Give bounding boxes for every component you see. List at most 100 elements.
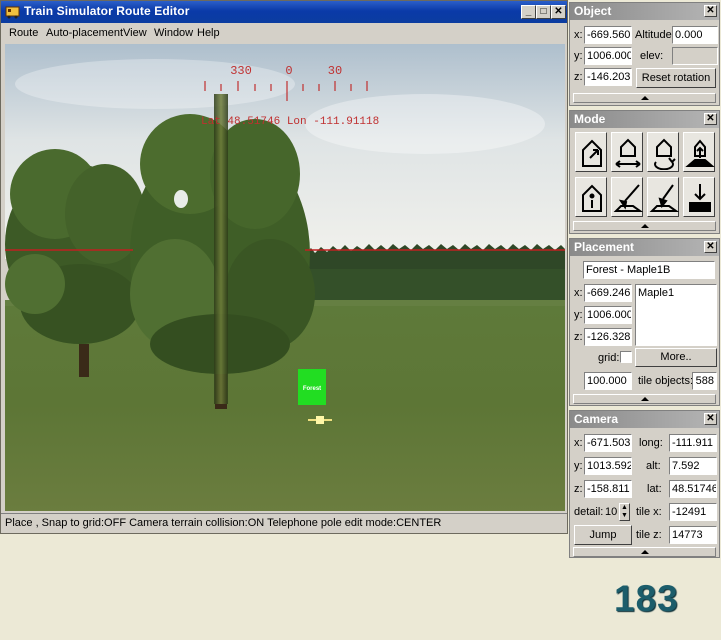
drop-object-icon bbox=[689, 184, 711, 212]
object-y-label: y: bbox=[574, 50, 583, 62]
tile-objects-label: tile objects: bbox=[638, 375, 694, 387]
menu-window[interactable]: Window bbox=[154, 27, 193, 39]
camera-z-label: z: bbox=[574, 483, 583, 495]
window-titlebar[interactable]: Train Simulator Route Editor _ □ ✕ bbox=[1, 1, 567, 23]
alt-field[interactable]: 7.592 bbox=[669, 457, 717, 475]
object-y-field[interactable]: 1006.000 bbox=[584, 47, 632, 65]
mode-panel: Mode ✕ bbox=[569, 110, 720, 234]
compass-label-30: 30 bbox=[328, 64, 342, 78]
camera-panel-title[interactable]: Camera ✕ bbox=[570, 411, 719, 428]
camera-panel-collapse[interactable] bbox=[573, 547, 716, 557]
elev-field[interactable] bbox=[672, 47, 718, 65]
raise-terrain-icon bbox=[685, 139, 715, 167]
slide-object-button[interactable] bbox=[611, 132, 643, 172]
rotate-object-button[interactable] bbox=[647, 132, 679, 172]
list-item[interactable]: Maple1 bbox=[638, 287, 714, 299]
object-x-label: x: bbox=[574, 29, 583, 41]
camera-x-label: x: bbox=[574, 437, 583, 449]
object-list[interactable]: Maple1 bbox=[635, 284, 717, 346]
object-z-field[interactable]: -146.203 bbox=[584, 68, 632, 86]
object-x-field[interactable]: -669.560 bbox=[584, 26, 632, 44]
camera-panel-close-button[interactable]: ✕ bbox=[704, 413, 717, 425]
long-label: long: bbox=[639, 437, 663, 449]
status-bar: Place , Snap to grid:OFF Camera terrain … bbox=[1, 513, 567, 533]
placement-y-label: y: bbox=[574, 309, 583, 321]
grid-label: grid: bbox=[598, 352, 620, 364]
tile-x-field[interactable]: -12491 bbox=[669, 503, 717, 521]
maximize-button[interactable]: □ bbox=[536, 5, 551, 19]
drop-object-button[interactable] bbox=[683, 177, 715, 217]
compass-label-0: 0 bbox=[285, 64, 292, 78]
alt-label: alt: bbox=[646, 460, 661, 472]
long-field[interactable]: -111.911 bbox=[669, 434, 717, 452]
object-panel: Object ✕ x: -669.560 y: 1006.000 z: -146… bbox=[569, 2, 720, 106]
menu-help[interactable]: Help bbox=[197, 27, 220, 39]
placement-x-label: x: bbox=[574, 287, 583, 299]
object-marker-label: Forest bbox=[303, 386, 321, 392]
reset-rotation-button[interactable]: Reset rotation bbox=[636, 68, 716, 88]
tile-z-field[interactable]: 14773 bbox=[669, 526, 717, 544]
terrain-paint-icon bbox=[649, 184, 679, 212]
app-icon bbox=[5, 6, 20, 19]
route-editor-window: Train Simulator Route Editor _ □ ✕ Route… bbox=[0, 0, 568, 534]
tile-objects-count: 588 bbox=[692, 372, 717, 390]
grid-checkbox[interactable] bbox=[620, 351, 632, 363]
placement-y-field[interactable]: 1006.000 bbox=[584, 306, 632, 324]
slide-object-icon bbox=[615, 138, 641, 168]
camera-z-field[interactable]: -158.811 bbox=[584, 480, 632, 498]
object-panel-collapse[interactable] bbox=[573, 93, 716, 103]
terrain-brush-button[interactable] bbox=[611, 177, 643, 217]
object-z-label: z: bbox=[574, 71, 583, 83]
lat-label: lat: bbox=[647, 483, 662, 495]
placement-panel-collapse[interactable] bbox=[573, 394, 716, 404]
close-button[interactable]: ✕ bbox=[551, 5, 566, 19]
more-button[interactable]: More.. bbox=[635, 348, 717, 367]
placement-panel: Placement ✕ Forest - Maple1B x: -669.246… bbox=[569, 238, 720, 406]
mode-panel-title[interactable]: Mode ✕ bbox=[570, 111, 719, 128]
altitude-label: Altitude bbox=[635, 29, 672, 41]
jump-button[interactable]: Jump bbox=[574, 525, 632, 545]
tile-z-label: tile z: bbox=[636, 529, 662, 541]
camera-y-field[interactable]: 1013.592 bbox=[584, 457, 632, 475]
move-object-button[interactable] bbox=[575, 132, 607, 172]
minimize-button[interactable]: _ bbox=[521, 5, 536, 19]
placement-panel-close-button[interactable]: ✕ bbox=[704, 241, 717, 253]
detail-value[interactable]: 10 bbox=[605, 506, 617, 518]
placement-panel-title[interactable]: Placement ✕ bbox=[570, 239, 719, 256]
camera-panel: Camera ✕ x: -671.503 y: 1013.592 z: -158… bbox=[569, 410, 720, 558]
object-panel-close-button[interactable]: ✕ bbox=[704, 5, 717, 17]
page-number: 183 bbox=[614, 578, 679, 619]
terrain-paint-button[interactable] bbox=[647, 177, 679, 217]
terrain-brush-icon bbox=[613, 184, 643, 212]
move-object-icon bbox=[582, 139, 602, 167]
camera-y-label: y: bbox=[574, 460, 583, 472]
mode-panel-collapse[interactable] bbox=[573, 221, 716, 231]
lat-lon-readout: Lat 48.51746 Lon -111.91118 bbox=[201, 116, 379, 128]
altitude-field[interactable]: 0.000 bbox=[672, 26, 718, 44]
selected-object-field[interactable]: Forest - Maple1B bbox=[583, 261, 715, 279]
mode-panel-close-button[interactable]: ✕ bbox=[704, 113, 717, 125]
grid-size-field[interactable]: 100.000 bbox=[584, 372, 632, 390]
placement-x-field[interactable]: -669.246 bbox=[584, 284, 632, 302]
object-info-button[interactable] bbox=[575, 177, 607, 217]
object-info-icon bbox=[582, 184, 602, 212]
detail-spinner[interactable]: ▲ ▼ bbox=[619, 503, 630, 521]
compass-label-330: 330 bbox=[230, 64, 252, 78]
placement-z-label: z: bbox=[574, 331, 583, 343]
3d-viewport[interactable]: 330 0 30 Lat 48.51746 Lon -111.91118 For… bbox=[5, 44, 565, 511]
detail-label: detail: bbox=[574, 506, 604, 518]
camera-x-field[interactable]: -671.503 bbox=[584, 434, 632, 452]
object-panel-title[interactable]: Object ✕ bbox=[570, 3, 719, 20]
raise-terrain-button[interactable] bbox=[683, 132, 715, 172]
menu-route[interactable]: Route bbox=[9, 27, 38, 39]
menu-auto-placement[interactable]: Auto-placement bbox=[46, 27, 123, 39]
elev-label: elev: bbox=[640, 50, 664, 62]
menu-bar: Route Auto-placement View Window Help bbox=[1, 23, 567, 44]
placement-z-field[interactable]: -126.328 bbox=[584, 328, 632, 346]
menu-view[interactable]: View bbox=[123, 27, 147, 39]
rotate-object-icon bbox=[654, 138, 676, 170]
lat-field[interactable]: 48.51746 bbox=[669, 480, 717, 498]
window-title: Train Simulator Route Editor bbox=[24, 4, 190, 18]
status-text: Place , Snap to grid:OFF Camera terrain … bbox=[5, 517, 442, 529]
tile-x-label: tile x: bbox=[636, 506, 662, 518]
